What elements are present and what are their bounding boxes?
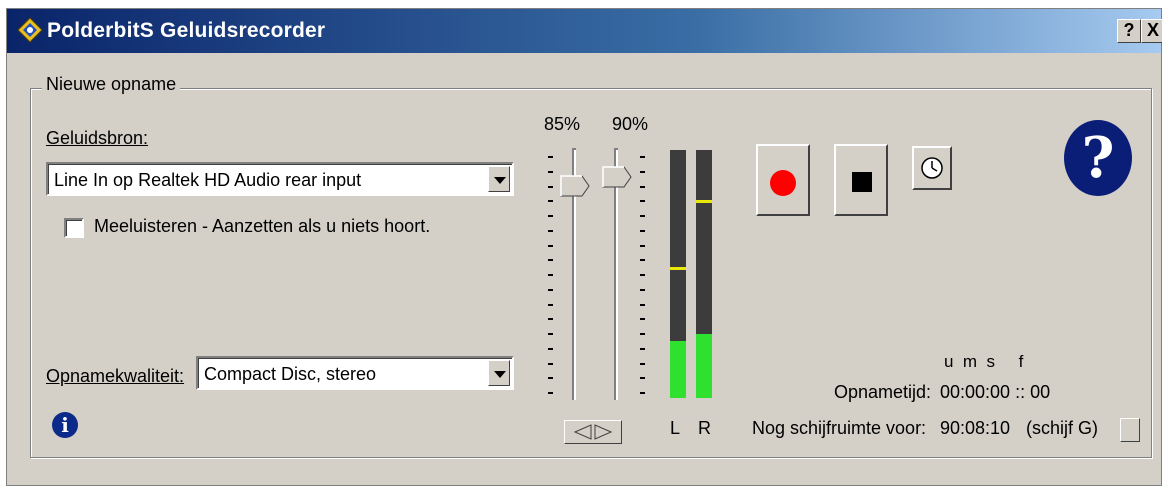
right-level-fill [696,333,712,398]
source-select-value: Line In op Realtek HD Audio rear input [54,170,362,190]
volume-tick [548,377,553,380]
timer-button[interactable] [912,146,952,190]
left-volume-thumb[interactable] [560,175,590,197]
volume-tick [548,215,553,217]
volume-tick [548,318,553,321]
volume-tick [640,215,645,217]
quality-select-value: Compact Disc, stereo [204,364,377,384]
volume-tick [548,288,553,291]
balance-arrows-icon [573,424,613,440]
left-level-meter [670,150,686,398]
left-volume-percent: 85% [544,114,581,134]
volume-tick [640,347,645,350]
app-icon [17,17,43,43]
volume-tick [640,318,645,321]
volume-tick [548,392,553,394]
volume-tick [548,156,553,158]
volume-tick [640,288,645,291]
title-bar: PolderbitS Geluidsrecorder ? X [7,9,1162,53]
right-meter-label: R [698,418,711,438]
drive-button[interactable] [1120,418,1140,442]
volume-tick [640,362,645,365]
volume-tick [640,244,645,247]
quality-label: Opnamekwaliteit: [46,366,185,386]
volume-tick [640,274,645,276]
help-title-button[interactable]: ? [1117,19,1141,43]
source-select[interactable]: Line In op Realtek HD Audio rear input [46,162,514,196]
source-label: Geluidsbron: [46,128,149,148]
volume-tick [640,259,645,262]
volume-tick [640,170,645,173]
left-level-fill [670,340,686,398]
group-label: Nieuwe opname [42,74,181,95]
volume-tick [640,229,645,232]
right-peak-marker [696,199,712,203]
record-button[interactable] [756,144,810,216]
right-level-meter [696,150,712,398]
timer-icon [921,157,943,179]
drive-label: (schijf G) [1026,418,1098,438]
record-icon [770,170,796,196]
left-meter-label: L [670,418,681,438]
space-label: Nog schijfruimte voor: [752,418,927,438]
time-units-header: u m s f [944,352,1024,371]
monitor-label: Meeluisteren - Aanzetten als u niets hoo… [94,216,431,236]
volume-tick [640,156,645,158]
volume-tick [548,185,553,188]
chevron-down-icon[interactable] [488,166,510,192]
volume-tick [640,185,645,188]
window-title: PolderbitS Geluidsrecorder [47,19,326,42]
volume-tick [640,377,645,380]
volume-tick [640,333,645,335]
help-icon[interactable]: ? [1064,120,1132,196]
volume-tick [548,333,553,335]
space-value: 90:08:10 [940,418,1011,438]
volume-tick [548,170,553,173]
volume-tick [548,259,553,262]
volume-tick [548,347,553,350]
volume-tick [548,274,553,276]
right-volume-percent: 90% [612,114,649,134]
volume-tick [548,303,553,306]
quality-select[interactable]: Compact Disc, stereo [196,356,514,390]
volume-tick [640,392,645,394]
balance-button[interactable] [564,420,622,444]
stop-icon [852,172,872,192]
volume-tick [548,200,553,203]
close-button[interactable]: X [1141,19,1162,43]
volume-tick [548,229,553,232]
chevron-down-icon[interactable] [488,360,510,386]
volume-tick [548,362,553,365]
rec-time-label: Opnametijd: [834,382,932,402]
monitor-checkbox[interactable] [64,218,84,238]
volume-tick [640,200,645,203]
volume-tick [640,303,645,306]
right-volume-thumb[interactable] [602,166,632,188]
info-icon[interactable]: i [52,412,78,438]
volume-tick [548,244,553,247]
stop-button[interactable] [834,144,888,216]
left-peak-marker [670,266,686,270]
rec-time-value: 00:00:00 :: 00 [940,382,1051,402]
